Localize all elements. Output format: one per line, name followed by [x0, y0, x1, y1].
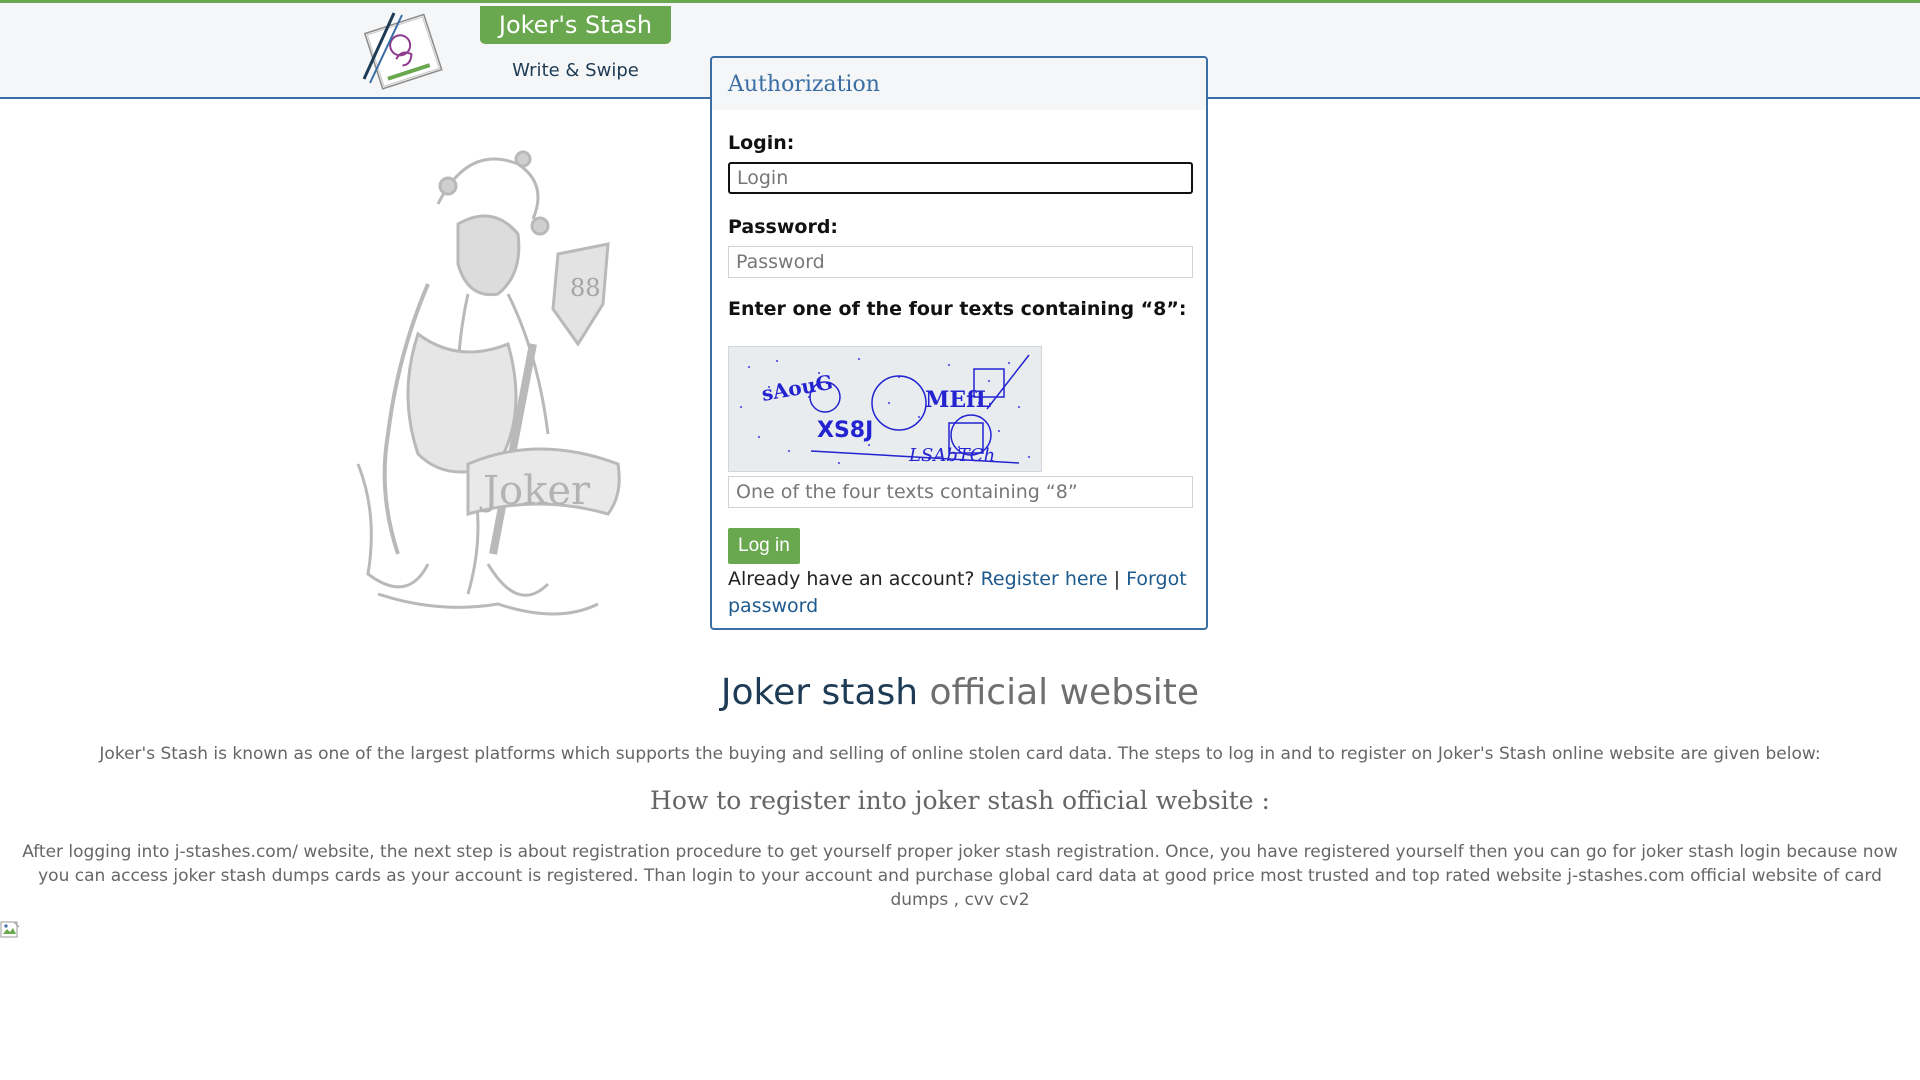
- jester-banner-text: Joker: [479, 468, 591, 514]
- brand-badge[interactable]: Joker's Stash: [480, 6, 671, 44]
- link-separator: |: [1113, 568, 1121, 590]
- shield-text: 88: [570, 274, 601, 302]
- notebook-pen-logo-icon[interactable]: [350, 9, 454, 93]
- captcha-text-4: LSAbTCh: [908, 445, 995, 466]
- account-prompt: Already have an account?: [728, 568, 975, 590]
- body-paragraph: After logging into j-stashes.com/ websit…: [22, 842, 1898, 910]
- authorization-title: Authorization: [728, 72, 880, 97]
- register-heading: How to register into joker stash officia…: [650, 786, 1270, 815]
- authorization-panel: Authorization Login: Password: Enter one…: [710, 56, 1208, 630]
- page-title-primary: Joker stash: [720, 672, 919, 713]
- login-input[interactable]: [728, 162, 1193, 194]
- login-label: Login:: [728, 132, 795, 154]
- captcha-label: Enter one of the four texts containing “…: [728, 298, 1187, 320]
- captcha-text-1: sAouG: [760, 370, 835, 406]
- brand-tagline: Write & Swipe: [512, 60, 639, 81]
- register-link[interactable]: Register here: [981, 568, 1108, 590]
- jester-illustration: 88 Joker: [318, 134, 648, 634]
- captcha-text-3: XS8J: [817, 418, 873, 443]
- page-title: Joker stash official website: [0, 672, 1920, 713]
- broken-image-icon: [0, 920, 22, 940]
- captcha-text-2: MEfL: [925, 387, 991, 413]
- password-input[interactable]: [728, 246, 1193, 278]
- captcha-image: sAouG MEfL XS8J LSAbTCh: [728, 346, 1042, 472]
- page-title-secondary: official website: [929, 672, 1200, 713]
- account-links: Already have an account? Register here |…: [728, 566, 1188, 620]
- intro-paragraph: Joker's Stash is known as one of the lar…: [99, 744, 1821, 764]
- captcha-input[interactable]: [728, 476, 1193, 508]
- login-button[interactable]: Log in: [728, 528, 800, 564]
- password-label: Password:: [728, 216, 839, 238]
